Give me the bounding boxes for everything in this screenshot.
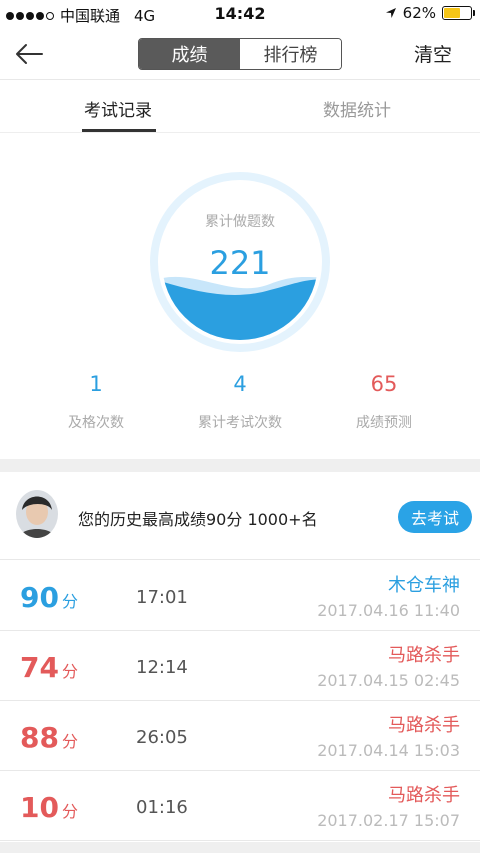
record-row[interactable]: 88 分 26:05 马路杀手 2017.04.14 15:03 (0, 701, 480, 771)
record-score: 90 分 (20, 581, 78, 614)
user-avatar-icon (16, 490, 58, 538)
record-duration: 12:14 (136, 657, 188, 678)
record-title: 马路杀手 (388, 645, 460, 666)
go-exam-button[interactable]: 去考试 (398, 501, 472, 533)
tab-bar: 考试记录 数据统计 (0, 81, 480, 133)
record-score: 74 分 (20, 651, 78, 684)
best-score-row: 您的历史最高成绩90分 1000+名 去考试 (0, 472, 480, 560)
battery-percent: 62% (402, 4, 436, 22)
bottom-divider (0, 842, 480, 853)
record-date: 2017.04.16 11:40 (317, 601, 460, 620)
section-divider (0, 459, 480, 472)
stat-value: 4 (233, 372, 247, 396)
record-title: 马路杀手 (388, 715, 460, 736)
location-arrow-icon (385, 8, 396, 18)
back-arrow-icon (16, 44, 43, 64)
segmented-control: 成绩 排行榜 (138, 38, 342, 70)
nav-bar: 成绩 排行榜 清空 (0, 28, 480, 80)
battery-icon (442, 6, 475, 20)
segment-score[interactable]: 成绩 (139, 39, 240, 69)
segment-ranking[interactable]: 排行榜 (240, 39, 341, 69)
status-bar: 中国联通 4G 14:42 62% (0, 0, 480, 28)
exam-record-list: 90 分 17:01 木仓车神 2017.04.16 11:40 74 分 12:1… (0, 561, 480, 841)
stat-exam-count: 4 累计考试次数 (160, 372, 320, 432)
stat-pass-count: 1 及格次数 (16, 372, 176, 432)
record-row[interactable]: 74 分 12:14 马路杀手 2017.04.15 02:45 (0, 631, 480, 701)
record-duration: 17:01 (136, 587, 188, 608)
record-row[interactable]: 90 分 17:01 木仓车神 2017.04.16 11:40 (0, 561, 480, 631)
record-duration: 01:16 (136, 797, 188, 818)
gauge-label: 累计做题数 (205, 214, 275, 230)
record-title: 马路杀手 (388, 785, 460, 806)
back-button[interactable] (14, 38, 54, 70)
status-right: 62% (385, 4, 475, 22)
stat-label: 累计考试次数 (198, 415, 282, 431)
record-row[interactable]: 10 分 01:16 马路杀手 2017.02.17 15:07 (0, 771, 480, 841)
record-score: 10 分 (20, 791, 78, 824)
stat-score-prediction: 65 成绩预测 (304, 372, 464, 432)
record-date: 2017.04.15 02:45 (317, 671, 460, 690)
clear-button[interactable]: 清空 (414, 40, 452, 67)
stat-value: 65 (370, 372, 398, 396)
record-score: 88 分 (20, 721, 78, 754)
best-score-text: 您的历史最高成绩90分 1000+名 (78, 510, 318, 529)
record-date: 2017.02.17 15:07 (317, 811, 460, 830)
avatar[interactable] (16, 490, 58, 538)
stat-label: 及格次数 (68, 415, 124, 431)
stat-value: 1 (89, 372, 103, 396)
tab-exam-records[interactable]: 考试记录 (84, 96, 152, 121)
tab-data-stats[interactable]: 数据统计 (323, 96, 391, 121)
stat-label: 成绩预测 (356, 415, 412, 431)
record-title: 木仓车神 (388, 575, 460, 596)
gauge-value: 221 (209, 244, 271, 282)
active-tab-indicator (82, 129, 156, 132)
record-duration: 26:05 (136, 727, 188, 748)
record-date: 2017.04.14 15:03 (317, 741, 460, 760)
stats-row: 1 及格次数 4 累计考试次数 65 成绩预测 (0, 372, 480, 442)
